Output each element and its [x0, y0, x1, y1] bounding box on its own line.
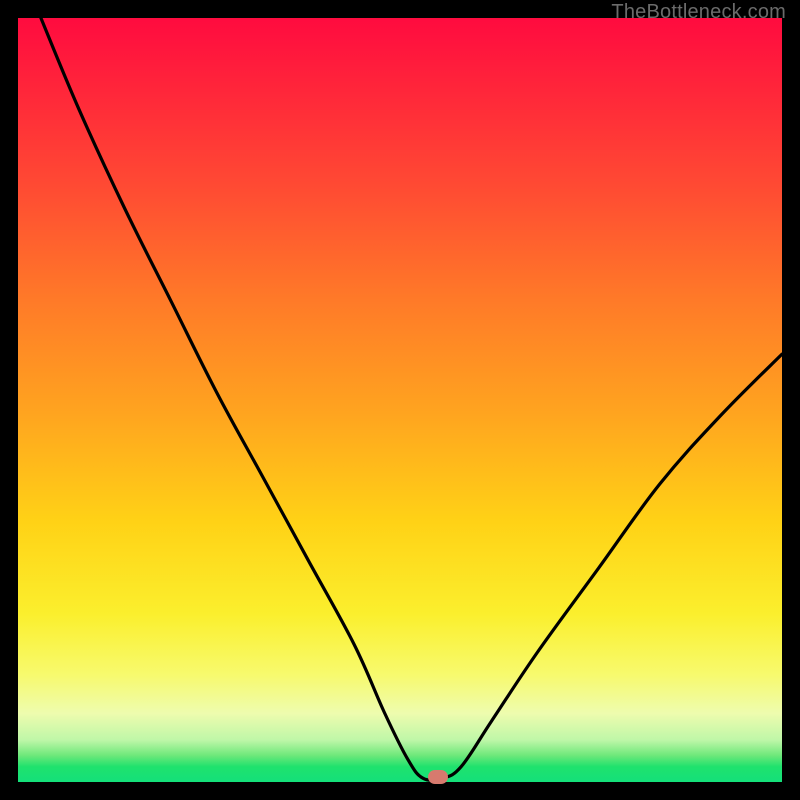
- plot-area: [18, 18, 782, 782]
- optimum-marker: [428, 770, 448, 784]
- chart-frame: TheBottleneck.com: [0, 0, 800, 800]
- bottleneck-curve: [18, 18, 782, 782]
